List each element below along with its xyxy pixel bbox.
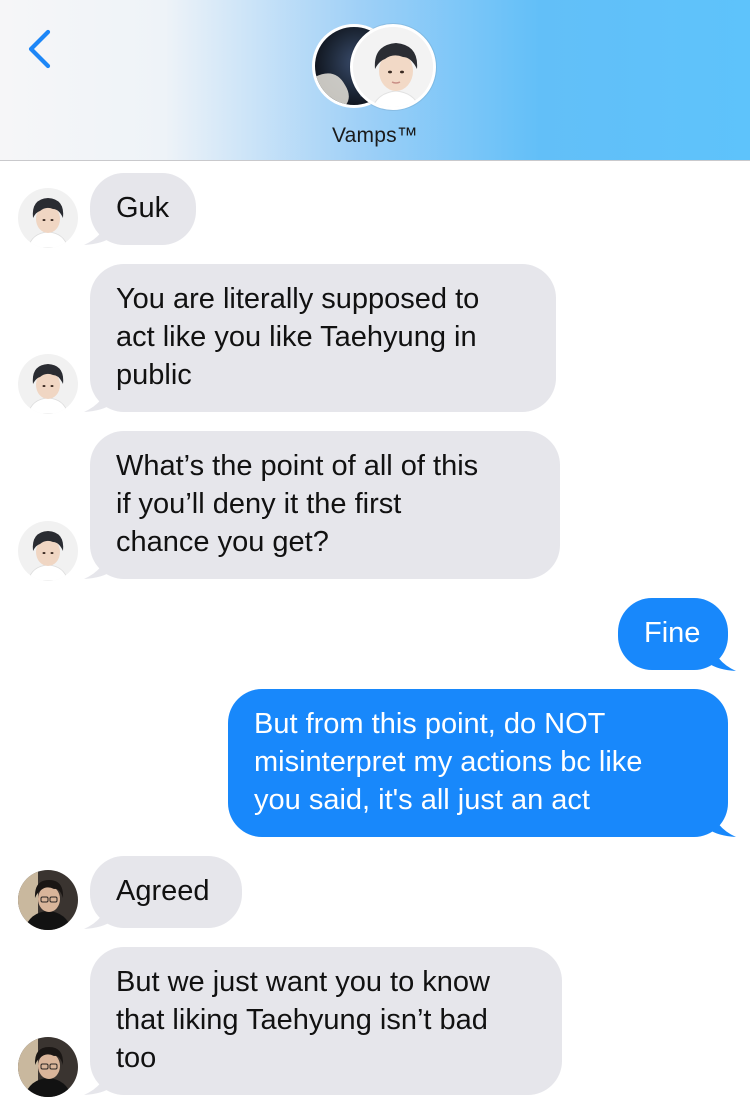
dark-hair-avatar-icon: [18, 870, 78, 930]
message-text: if you’ll deny it the first: [116, 488, 402, 520]
chat-header: Vamps™: [0, 0, 750, 161]
pale-hair-avatar-icon: [18, 354, 78, 414]
back-button[interactable]: [20, 26, 60, 72]
message-text: But we just want you to know: [116, 966, 490, 998]
message-text: Fine: [644, 617, 701, 649]
message-bubble[interactable]: But we just want you to know that liking…: [90, 947, 562, 1095]
message-text: act like you like Taehyung in: [116, 321, 477, 353]
message-bubble[interactable]: What’s the point of all of this if you’l…: [90, 431, 560, 579]
message-text: misinterpret my actions bc like: [254, 746, 643, 778]
group-name[interactable]: Vamps™: [0, 124, 750, 148]
sender-avatar[interactable]: [18, 521, 78, 581]
pale-hair-avatar-icon: [18, 521, 78, 581]
message-bubble[interactable]: Fine: [618, 598, 728, 670]
sender-avatar[interactable]: [18, 1037, 78, 1097]
message-thread: Guk You are literally supposed to act li…: [0, 161, 750, 1112]
sender-avatar[interactable]: [18, 188, 78, 248]
message-text: Agreed: [116, 875, 210, 907]
message-text: you said, it's all just an act: [254, 784, 590, 816]
message-bubble[interactable]: Agreed: [90, 856, 242, 928]
chevron-left-icon: [28, 29, 51, 69]
message-text: public: [116, 359, 192, 391]
group-avatar[interactable]: [312, 24, 440, 110]
message-text: You are literally supposed to: [116, 283, 480, 315]
dark-hair-avatar-icon: [18, 1037, 78, 1097]
message-text: What’s the point of all of this: [116, 450, 479, 482]
message-text: that liking Taehyung isn’t bad: [116, 1004, 488, 1036]
message-bubble[interactable]: But from this point, do NOT misinterpret…: [228, 689, 728, 837]
message-text: chance you get?: [116, 526, 329, 558]
pale-hair-avatar-icon: [18, 188, 78, 248]
sender-avatar[interactable]: [18, 354, 78, 414]
message-text: too: [116, 1042, 157, 1074]
member-avatar-pale: [350, 24, 436, 110]
message-bubble[interactable]: Guk: [90, 173, 196, 245]
message-text: But from this point, do NOT: [254, 708, 606, 740]
message-bubble[interactable]: You are literally supposed to act like y…: [90, 264, 556, 412]
message-text: Guk: [116, 192, 170, 224]
sender-avatar[interactable]: [18, 870, 78, 930]
